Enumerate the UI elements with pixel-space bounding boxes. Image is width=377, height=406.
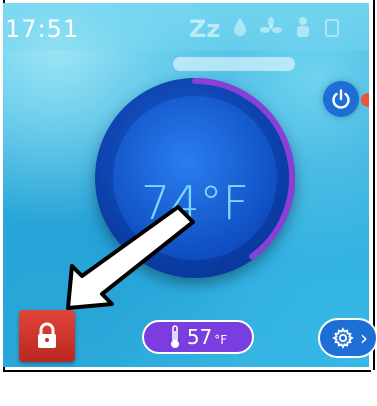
status-icons: Zz [189,15,340,43]
person-icon[interactable] [294,16,312,43]
chevron-right-icon: › [360,326,368,350]
lock-icon [38,322,56,348]
top-indicator-pill [173,57,295,71]
outdoor-temperature-value: 57 [186,325,213,349]
outdoor-temperature-unit: °F [214,333,228,347]
settings-button[interactable]: › [318,318,377,358]
frame-bottom-border [3,370,371,372]
water-drop-icon[interactable] [232,17,248,42]
status-indicator-dot [361,93,369,107]
thermometer-icon [170,325,179,348]
power-button[interactable] [323,81,359,117]
outdoor-temperature-pill[interactable]: 57 °F [142,320,254,354]
fan-icon[interactable] [260,16,283,42]
status-bar: 17:51 Zz [3,3,369,51]
sleep-icon[interactable]: Zz [189,15,220,43]
temperature-progress-arc [192,78,295,260]
lock-button[interactable] [19,310,75,362]
battery-icon[interactable] [324,17,340,42]
power-icon [332,89,350,109]
clock-time: 17:51 [5,15,80,43]
gear-icon [332,327,354,349]
